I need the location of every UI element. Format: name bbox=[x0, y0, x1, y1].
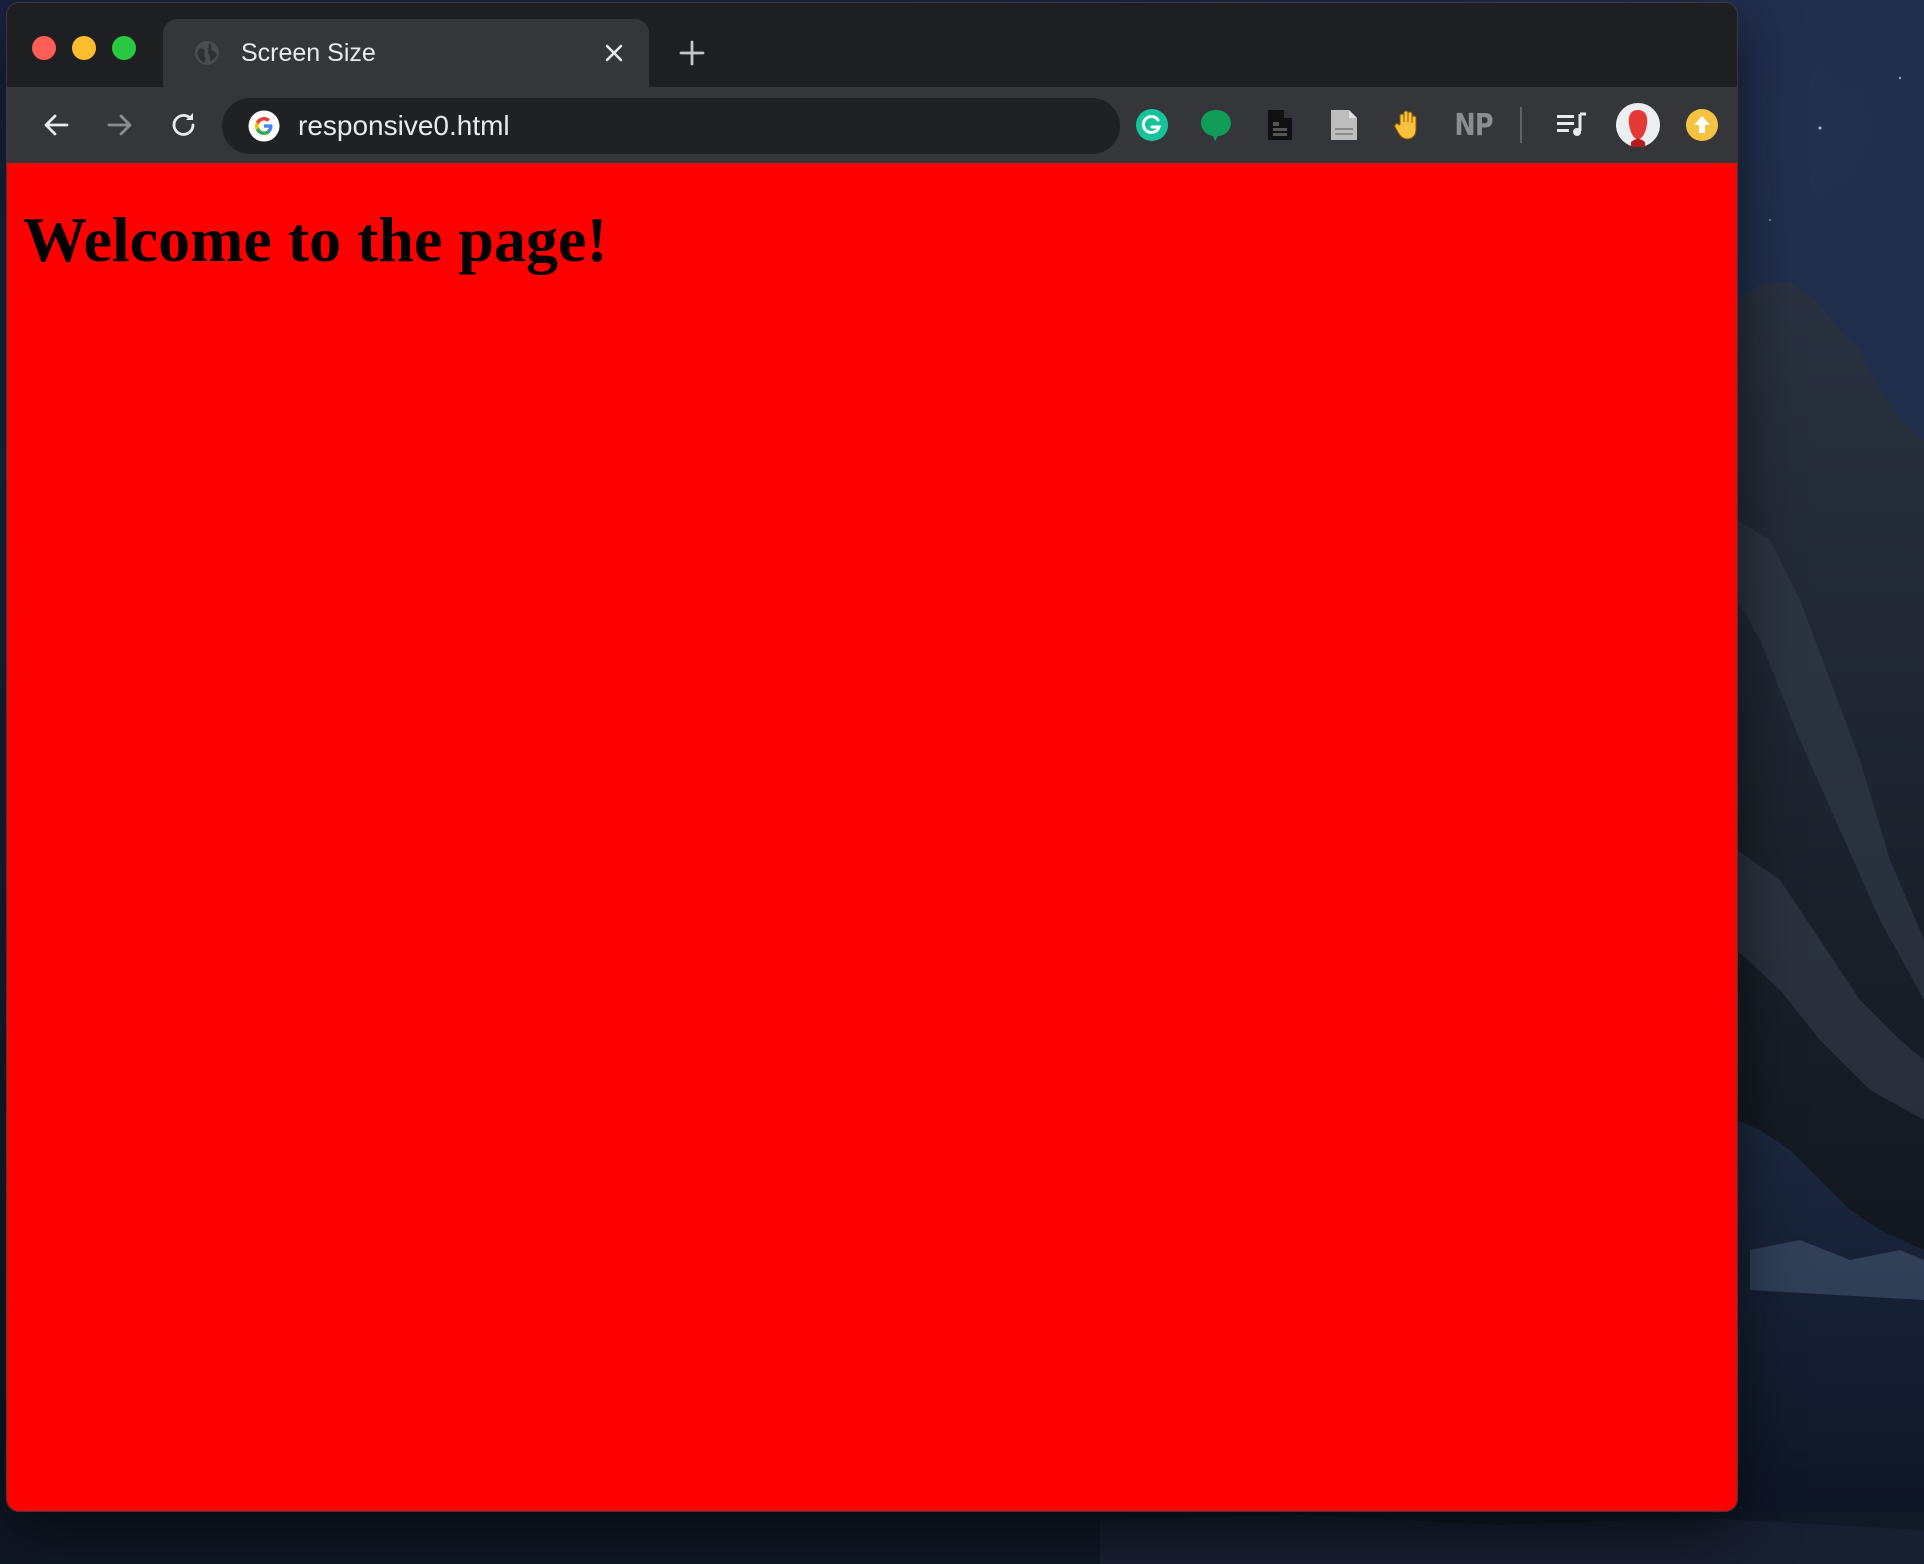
window-minimize-button[interactable] bbox=[72, 36, 96, 60]
hand-extension-button[interactable] bbox=[1388, 105, 1428, 145]
new-tab-button[interactable] bbox=[675, 36, 709, 70]
chat-extension-button[interactable] bbox=[1196, 105, 1236, 145]
reload-button[interactable] bbox=[164, 105, 204, 145]
google-icon bbox=[248, 110, 280, 142]
plus-icon bbox=[679, 40, 705, 66]
arrow-right-icon bbox=[107, 114, 132, 136]
arrow-left-icon bbox=[44, 114, 69, 136]
address-bar[interactable] bbox=[222, 98, 1120, 154]
np-extension-button[interactable]: NP bbox=[1452, 105, 1496, 145]
tab-title: Screen Size bbox=[241, 39, 376, 67]
tab-close-button[interactable] bbox=[599, 38, 629, 68]
document-icon bbox=[1268, 110, 1292, 140]
page-viewport: Welcome to the page! bbox=[7, 163, 1737, 1511]
window-close-button[interactable] bbox=[32, 36, 56, 60]
grammarly-icon bbox=[1136, 109, 1168, 141]
toolbar-divider bbox=[1520, 107, 1522, 143]
media-controls-button[interactable] bbox=[1552, 105, 1592, 145]
np-label: NP bbox=[1454, 107, 1494, 143]
update-button[interactable] bbox=[1682, 105, 1722, 145]
profile-avatar-button[interactable] bbox=[1615, 102, 1661, 148]
tab-screen-size[interactable]: Screen Size bbox=[163, 19, 649, 87]
hand-wave-icon bbox=[1394, 110, 1417, 140]
reload-icon bbox=[172, 113, 195, 136]
window-maximize-button[interactable] bbox=[112, 36, 136, 60]
speech-bubble-icon bbox=[1201, 110, 1231, 141]
globe-icon bbox=[195, 41, 219, 65]
title-bar: Screen Size bbox=[7, 3, 1737, 87]
page-icon bbox=[1331, 110, 1357, 140]
page-title: Welcome to the page! bbox=[23, 204, 608, 275]
forward-button[interactable] bbox=[100, 105, 140, 145]
document-extension-button[interactable] bbox=[1260, 105, 1300, 145]
toolbar: NP bbox=[7, 87, 1737, 163]
playlist-icon bbox=[1557, 112, 1586, 136]
grammarly-extension-button[interactable] bbox=[1132, 105, 1172, 145]
back-button[interactable] bbox=[36, 105, 76, 145]
browser-window: Screen Size responsive0.html NP Welcome … bbox=[7, 3, 1737, 1511]
avatar bbox=[1616, 103, 1660, 147]
update-icon bbox=[1686, 109, 1718, 141]
page-extension-button[interactable] bbox=[1324, 105, 1364, 145]
url-input[interactable] bbox=[298, 110, 1078, 142]
close-icon bbox=[605, 44, 623, 62]
